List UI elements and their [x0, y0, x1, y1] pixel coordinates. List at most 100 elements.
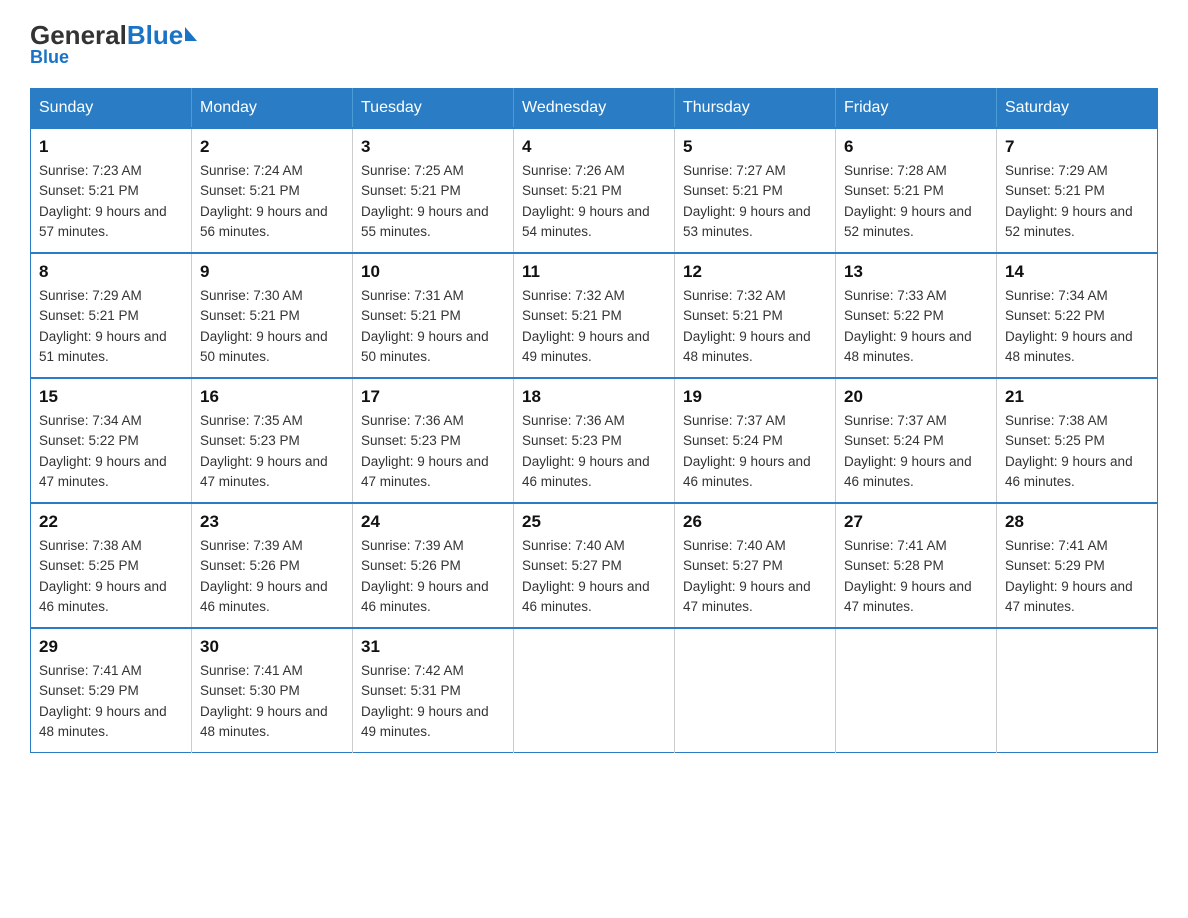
day-cell: 5 Sunrise: 7:27 AMSunset: 5:21 PMDayligh…: [675, 128, 836, 253]
day-info: Sunrise: 7:32 AMSunset: 5:21 PMDaylight:…: [683, 286, 827, 367]
day-info: Sunrise: 7:26 AMSunset: 5:21 PMDaylight:…: [522, 161, 666, 242]
day-cell: 28 Sunrise: 7:41 AMSunset: 5:29 PMDaylig…: [997, 503, 1158, 628]
day-cell: 31 Sunrise: 7:42 AMSunset: 5:31 PMDaylig…: [353, 628, 514, 753]
day-info: Sunrise: 7:39 AMSunset: 5:26 PMDaylight:…: [361, 536, 505, 617]
day-number: 23: [200, 512, 344, 532]
calendar-body: 1 Sunrise: 7:23 AMSunset: 5:21 PMDayligh…: [31, 128, 1158, 753]
day-number: 2: [200, 137, 344, 157]
day-number: 21: [1005, 387, 1149, 407]
day-number: 29: [39, 637, 183, 657]
day-number: 1: [39, 137, 183, 157]
day-number: 20: [844, 387, 988, 407]
day-number: 7: [1005, 137, 1149, 157]
day-info: Sunrise: 7:23 AMSunset: 5:21 PMDaylight:…: [39, 161, 183, 242]
day-number: 8: [39, 262, 183, 282]
day-cell: 13 Sunrise: 7:33 AMSunset: 5:22 PMDaylig…: [836, 253, 997, 378]
day-info: Sunrise: 7:40 AMSunset: 5:27 PMDaylight:…: [522, 536, 666, 617]
day-number: 15: [39, 387, 183, 407]
day-cell: 30 Sunrise: 7:41 AMSunset: 5:30 PMDaylig…: [192, 628, 353, 753]
week-row-4: 22 Sunrise: 7:38 AMSunset: 5:25 PMDaylig…: [31, 503, 1158, 628]
day-info: Sunrise: 7:25 AMSunset: 5:21 PMDaylight:…: [361, 161, 505, 242]
weekday-header-thursday: Thursday: [675, 89, 836, 129]
day-cell: [997, 628, 1158, 753]
day-number: 13: [844, 262, 988, 282]
day-cell: 9 Sunrise: 7:30 AMSunset: 5:21 PMDayligh…: [192, 253, 353, 378]
day-info: Sunrise: 7:39 AMSunset: 5:26 PMDaylight:…: [200, 536, 344, 617]
day-cell: 17 Sunrise: 7:36 AMSunset: 5:23 PMDaylig…: [353, 378, 514, 503]
day-cell: 26 Sunrise: 7:40 AMSunset: 5:27 PMDaylig…: [675, 503, 836, 628]
day-info: Sunrise: 7:24 AMSunset: 5:21 PMDaylight:…: [200, 161, 344, 242]
day-number: 19: [683, 387, 827, 407]
day-cell: 4 Sunrise: 7:26 AMSunset: 5:21 PMDayligh…: [514, 128, 675, 253]
day-number: 28: [1005, 512, 1149, 532]
day-cell: 12 Sunrise: 7:32 AMSunset: 5:21 PMDaylig…: [675, 253, 836, 378]
day-info: Sunrise: 7:37 AMSunset: 5:24 PMDaylight:…: [844, 411, 988, 492]
day-info: Sunrise: 7:33 AMSunset: 5:22 PMDaylight:…: [844, 286, 988, 367]
day-cell: [836, 628, 997, 753]
day-cell: 27 Sunrise: 7:41 AMSunset: 5:28 PMDaylig…: [836, 503, 997, 628]
day-number: 4: [522, 137, 666, 157]
day-cell: 8 Sunrise: 7:29 AMSunset: 5:21 PMDayligh…: [31, 253, 192, 378]
day-cell: 29 Sunrise: 7:41 AMSunset: 5:29 PMDaylig…: [31, 628, 192, 753]
week-row-3: 15 Sunrise: 7:34 AMSunset: 5:22 PMDaylig…: [31, 378, 1158, 503]
day-info: Sunrise: 7:41 AMSunset: 5:29 PMDaylight:…: [39, 661, 183, 742]
day-info: Sunrise: 7:38 AMSunset: 5:25 PMDaylight:…: [39, 536, 183, 617]
day-number: 18: [522, 387, 666, 407]
week-row-5: 29 Sunrise: 7:41 AMSunset: 5:29 PMDaylig…: [31, 628, 1158, 753]
day-cell: 14 Sunrise: 7:34 AMSunset: 5:22 PMDaylig…: [997, 253, 1158, 378]
weekday-header-wednesday: Wednesday: [514, 89, 675, 129]
day-number: 22: [39, 512, 183, 532]
day-info: Sunrise: 7:28 AMSunset: 5:21 PMDaylight:…: [844, 161, 988, 242]
day-info: Sunrise: 7:41 AMSunset: 5:29 PMDaylight:…: [1005, 536, 1149, 617]
day-info: Sunrise: 7:41 AMSunset: 5:28 PMDaylight:…: [844, 536, 988, 617]
day-cell: 1 Sunrise: 7:23 AMSunset: 5:21 PMDayligh…: [31, 128, 192, 253]
day-info: Sunrise: 7:36 AMSunset: 5:23 PMDaylight:…: [361, 411, 505, 492]
logo-blue: Blue: [127, 20, 183, 51]
weekday-header-friday: Friday: [836, 89, 997, 129]
day-cell: 23 Sunrise: 7:39 AMSunset: 5:26 PMDaylig…: [192, 503, 353, 628]
logo-triangle-icon: [185, 27, 197, 41]
day-number: 17: [361, 387, 505, 407]
day-info: Sunrise: 7:36 AMSunset: 5:23 PMDaylight:…: [522, 411, 666, 492]
day-info: Sunrise: 7:34 AMSunset: 5:22 PMDaylight:…: [39, 411, 183, 492]
day-number: 26: [683, 512, 827, 532]
day-info: Sunrise: 7:31 AMSunset: 5:21 PMDaylight:…: [361, 286, 505, 367]
day-number: 5: [683, 137, 827, 157]
weekday-header-monday: Monday: [192, 89, 353, 129]
day-cell: [514, 628, 675, 753]
day-cell: 7 Sunrise: 7:29 AMSunset: 5:21 PMDayligh…: [997, 128, 1158, 253]
day-number: 27: [844, 512, 988, 532]
day-cell: 3 Sunrise: 7:25 AMSunset: 5:21 PMDayligh…: [353, 128, 514, 253]
day-info: Sunrise: 7:34 AMSunset: 5:22 PMDaylight:…: [1005, 286, 1149, 367]
day-number: 12: [683, 262, 827, 282]
day-info: Sunrise: 7:27 AMSunset: 5:21 PMDaylight:…: [683, 161, 827, 242]
day-info: Sunrise: 7:32 AMSunset: 5:21 PMDaylight:…: [522, 286, 666, 367]
day-number: 16: [200, 387, 344, 407]
weekday-header-tuesday: Tuesday: [353, 89, 514, 129]
day-cell: 10 Sunrise: 7:31 AMSunset: 5:21 PMDaylig…: [353, 253, 514, 378]
day-number: 31: [361, 637, 505, 657]
day-info: Sunrise: 7:38 AMSunset: 5:25 PMDaylight:…: [1005, 411, 1149, 492]
day-cell: 18 Sunrise: 7:36 AMSunset: 5:23 PMDaylig…: [514, 378, 675, 503]
day-number: 14: [1005, 262, 1149, 282]
week-row-2: 8 Sunrise: 7:29 AMSunset: 5:21 PMDayligh…: [31, 253, 1158, 378]
day-info: Sunrise: 7:37 AMSunset: 5:24 PMDaylight:…: [683, 411, 827, 492]
weekday-header-sunday: Sunday: [31, 89, 192, 129]
day-info: Sunrise: 7:29 AMSunset: 5:21 PMDaylight:…: [39, 286, 183, 367]
week-row-1: 1 Sunrise: 7:23 AMSunset: 5:21 PMDayligh…: [31, 128, 1158, 253]
day-cell: [675, 628, 836, 753]
page-header: General Blue Blue: [30, 20, 1158, 68]
day-info: Sunrise: 7:41 AMSunset: 5:30 PMDaylight:…: [200, 661, 344, 742]
day-number: 25: [522, 512, 666, 532]
day-number: 3: [361, 137, 505, 157]
calendar-table: SundayMondayTuesdayWednesdayThursdayFrid…: [30, 88, 1158, 753]
day-info: Sunrise: 7:35 AMSunset: 5:23 PMDaylight:…: [200, 411, 344, 492]
day-info: Sunrise: 7:42 AMSunset: 5:31 PMDaylight:…: [361, 661, 505, 742]
day-info: Sunrise: 7:29 AMSunset: 5:21 PMDaylight:…: [1005, 161, 1149, 242]
day-cell: 21 Sunrise: 7:38 AMSunset: 5:25 PMDaylig…: [997, 378, 1158, 503]
day-cell: 19 Sunrise: 7:37 AMSunset: 5:24 PMDaylig…: [675, 378, 836, 503]
day-number: 10: [361, 262, 505, 282]
day-cell: 25 Sunrise: 7:40 AMSunset: 5:27 PMDaylig…: [514, 503, 675, 628]
weekday-header-saturday: Saturday: [997, 89, 1158, 129]
day-cell: 22 Sunrise: 7:38 AMSunset: 5:25 PMDaylig…: [31, 503, 192, 628]
